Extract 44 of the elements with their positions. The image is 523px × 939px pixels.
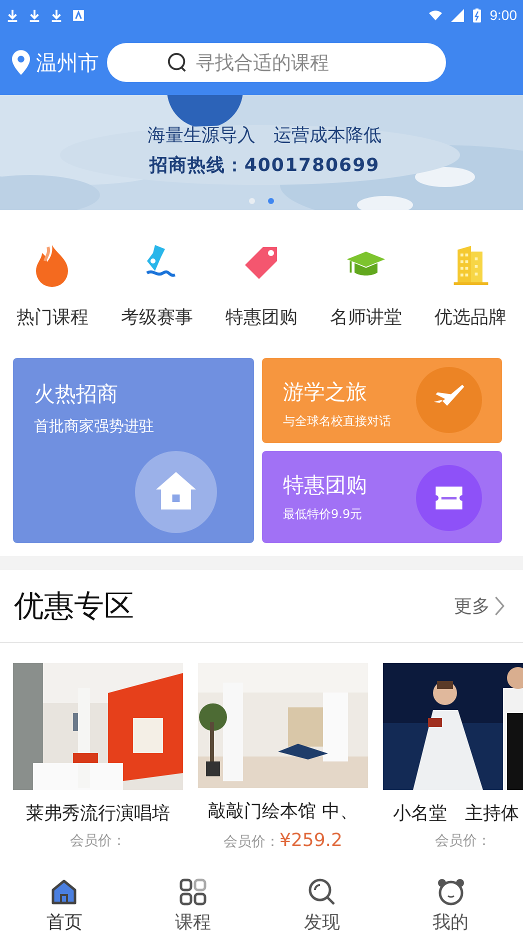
promo-title: 游学之旅	[283, 379, 367, 406]
download-icon	[6, 8, 19, 22]
promo-subtitle: 最低特价9.9元	[283, 506, 362, 523]
banner-text: 招商热线：4001780699	[148, 154, 380, 177]
download-icon	[28, 8, 41, 22]
promo-subtitle: 首批商家强势进驻	[34, 417, 154, 436]
search-icon	[308, 878, 336, 906]
bear-face-icon	[436, 878, 465, 906]
price-value: ¥259.2	[280, 830, 342, 851]
category-label[interactable]: 特惠团购	[225, 305, 298, 329]
price-label: 会员价：	[435, 832, 491, 850]
product-title[interactable]: 小名堂 主持体	[383, 801, 519, 825]
more-link[interactable]: 更多	[454, 594, 505, 618]
battery-icon	[472, 8, 481, 22]
category-label[interactable]: 名师讲堂	[330, 305, 402, 329]
promo-subtitle: 与全球名校直接对话	[283, 413, 391, 430]
clock-time: 9:00	[490, 7, 517, 23]
search-field[interactable]: 寻找合适的课程	[196, 52, 386, 74]
search-icon	[167, 52, 188, 73]
location-pin-icon	[12, 50, 30, 75]
price-label: 会员价：	[224, 833, 280, 851]
promo-title: 特惠团购	[283, 472, 367, 499]
tab[interactable]: 课程	[158, 867, 228, 939]
wifi-icon	[428, 8, 442, 22]
tab[interactable]: 我的	[416, 867, 486, 939]
city-label[interactable]: 温州市	[36, 48, 99, 76]
chevron-right-icon	[493, 595, 505, 617]
promo-title: 火热招商	[34, 381, 118, 408]
category-label[interactable]: 优选品牌	[434, 305, 507, 329]
tab[interactable]: 发现	[286, 867, 357, 939]
product-title[interactable]: 莱弗秀流行演唱培	[26, 801, 170, 825]
home-icon	[50, 878, 78, 906]
category-label[interactable]: 热门课程	[16, 305, 88, 329]
notification-icon	[72, 8, 85, 22]
grid-icon	[179, 878, 208, 906]
section-title: 优惠专区	[14, 588, 134, 626]
product-title[interactable]: 敲敲门绘本馆 中、	[208, 799, 358, 823]
search-bar[interactable]: 寻找合适的课程	[107, 43, 446, 82]
banner-text: 海量生源导入 运营成本降低	[146, 124, 382, 147]
price-label: 会员价：	[70, 832, 126, 850]
download-icon	[50, 8, 63, 22]
tab[interactable]: 首页	[29, 867, 100, 939]
signal-icon	[450, 8, 464, 22]
category-label[interactable]: 考级赛事	[120, 305, 193, 329]
